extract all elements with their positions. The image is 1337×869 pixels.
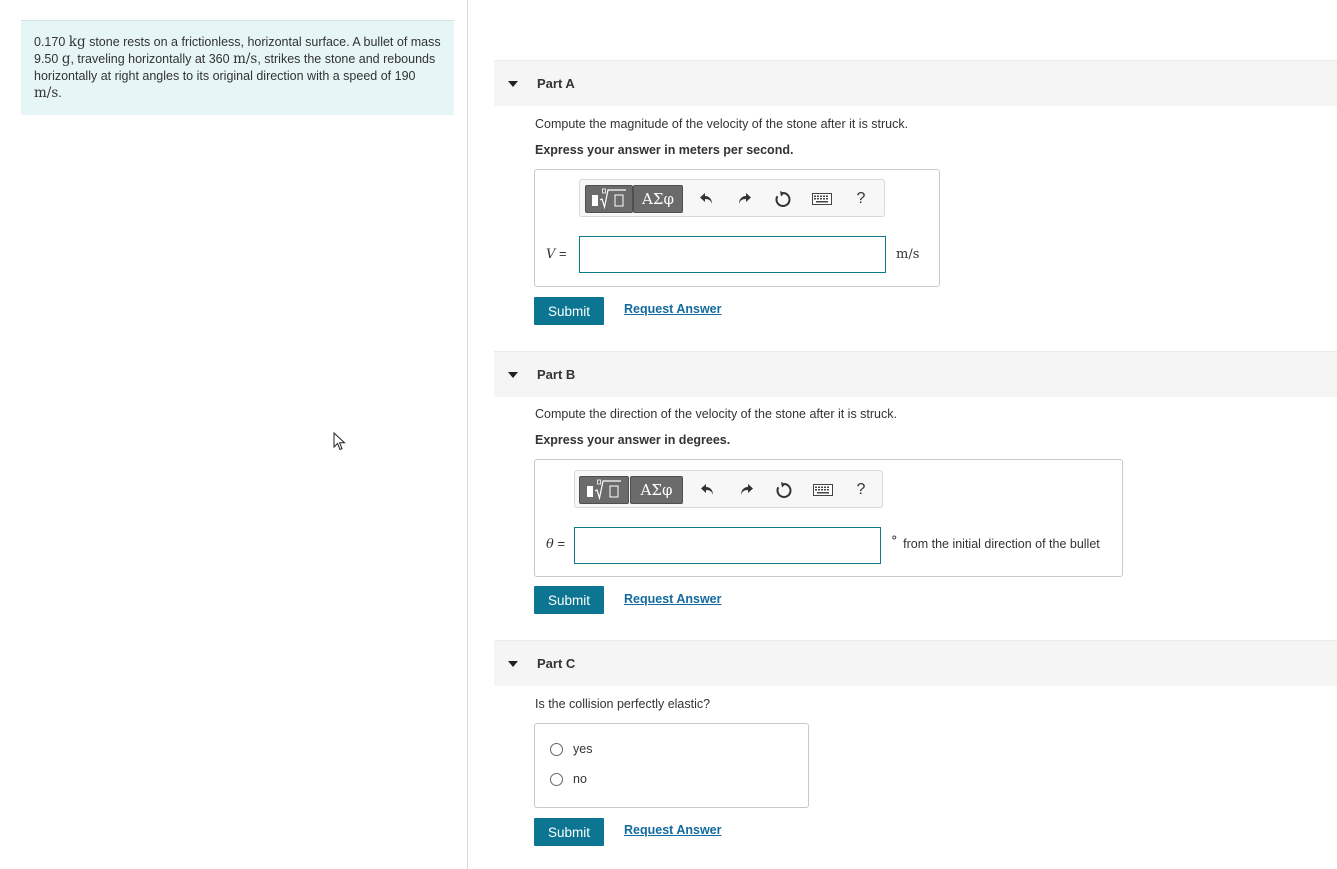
collapse-triangle-icon[interactable] xyxy=(508,372,518,378)
part-c-title: Part C xyxy=(537,656,576,671)
part-a-answer-input[interactable] xyxy=(579,236,886,273)
part-b-instruction: Express your answer in degrees. xyxy=(535,433,731,447)
template-sqrt-button[interactable] xyxy=(585,185,633,213)
template-sqrt-button[interactable] xyxy=(579,476,629,504)
part-c-request-answer-link[interactable]: Request Answer xyxy=(624,823,721,837)
greek-symbols-button[interactable]: ΑΣφ xyxy=(633,185,683,213)
keyboard-button[interactable] xyxy=(811,188,833,210)
part-b-variable-label: θ = xyxy=(546,536,565,552)
option-no[interactable]: no xyxy=(550,772,587,786)
redo-icon xyxy=(741,484,753,495)
option-label: yes xyxy=(573,742,593,756)
part-b-prompt: Compute the direction of the velocity of… xyxy=(535,407,897,421)
help-button[interactable]: ? xyxy=(850,479,872,501)
part-b-math-toolbar: ΑΣφ ? xyxy=(574,470,883,508)
undo-button[interactable] xyxy=(696,188,718,210)
greek-symbols-button[interactable]: ΑΣφ xyxy=(630,476,683,504)
keyboard-button[interactable] xyxy=(812,479,834,501)
variable-theta: θ xyxy=(546,537,554,552)
part-b-title: Part B xyxy=(537,367,576,382)
part-b-unit-text: from the initial direction of the bullet xyxy=(903,537,1100,551)
part-b-unit: ° from the initial direction of the bull… xyxy=(891,534,1100,552)
collapse-triangle-icon[interactable] xyxy=(508,81,518,87)
problem-statement: 0.170 kg stone rests on a frictionless, … xyxy=(21,20,454,115)
problem-pane: 0.170 kg stone rests on a frictionless, … xyxy=(0,0,468,869)
part-b-submit-button[interactable]: Submit xyxy=(534,586,604,614)
degree-symbol: ° xyxy=(891,534,898,549)
part-b-header[interactable]: Part B xyxy=(494,351,1337,397)
part-c-prompt: Is the collision perfectly elastic? xyxy=(535,697,711,711)
part-c-options-box xyxy=(534,723,809,808)
unit-ms-2: m/s xyxy=(34,85,59,101)
problem-text-2: , traveling horizontally at 360 xyxy=(70,52,234,66)
template-sqrt-icon xyxy=(592,188,626,210)
collapse-triangle-icon[interactable] xyxy=(508,661,518,667)
part-a-answer-box: ΑΣφ ? V = m/s xyxy=(534,169,940,287)
radio-button[interactable] xyxy=(550,742,563,756)
undo-icon xyxy=(701,484,713,495)
undo-icon xyxy=(700,193,712,204)
part-a-unit: m/s xyxy=(896,247,920,262)
variable-v: V xyxy=(546,247,556,262)
part-c-header[interactable]: Part C xyxy=(494,640,1337,686)
redo-button[interactable] xyxy=(733,188,755,210)
equals-sign: = xyxy=(555,246,567,261)
part-b-request-answer-link[interactable]: Request Answer xyxy=(624,592,721,606)
part-a-header[interactable]: Part A xyxy=(494,60,1337,106)
reset-button[interactable] xyxy=(773,479,795,501)
part-a-instruction: Express your answer in meters per second… xyxy=(535,143,794,157)
radio-button[interactable] xyxy=(550,772,563,786)
redo-icon xyxy=(739,193,751,204)
keyboard-icon xyxy=(813,484,833,496)
reset-icon xyxy=(776,482,792,498)
part-a-submit-button[interactable]: Submit xyxy=(534,297,604,325)
undo-button[interactable] xyxy=(697,479,719,501)
unit-ms-1: m/s xyxy=(233,51,258,67)
part-a-variable-label: V = xyxy=(546,246,567,262)
redo-button[interactable] xyxy=(735,479,757,501)
help-button[interactable]: ? xyxy=(850,188,872,210)
equals-sign: = xyxy=(553,536,566,551)
mouse-cursor-icon xyxy=(333,432,346,451)
part-a-prompt: Compute the magnitude of the velocity of… xyxy=(535,117,909,131)
part-b-answer-box: ΑΣφ ? θ = ° from the initial direction o… xyxy=(534,459,1123,577)
problem-text-4: . xyxy=(58,86,62,100)
option-yes[interactable]: yes xyxy=(550,742,592,756)
keyboard-icon xyxy=(812,193,832,205)
template-sqrt-icon xyxy=(587,479,621,501)
part-c-submit-button[interactable]: Submit xyxy=(534,818,604,846)
part-b-answer-input[interactable] xyxy=(574,527,881,564)
stone-mass-value: 0.170 xyxy=(34,35,66,49)
part-a-request-answer-link[interactable]: Request Answer xyxy=(624,302,721,316)
option-label: no xyxy=(573,772,587,786)
part-a-title: Part A xyxy=(537,76,575,91)
reset-icon xyxy=(775,191,791,207)
reset-button[interactable] xyxy=(772,188,794,210)
part-a-math-toolbar: ΑΣφ ? xyxy=(579,179,885,217)
unit-kg: kg xyxy=(68,34,86,50)
